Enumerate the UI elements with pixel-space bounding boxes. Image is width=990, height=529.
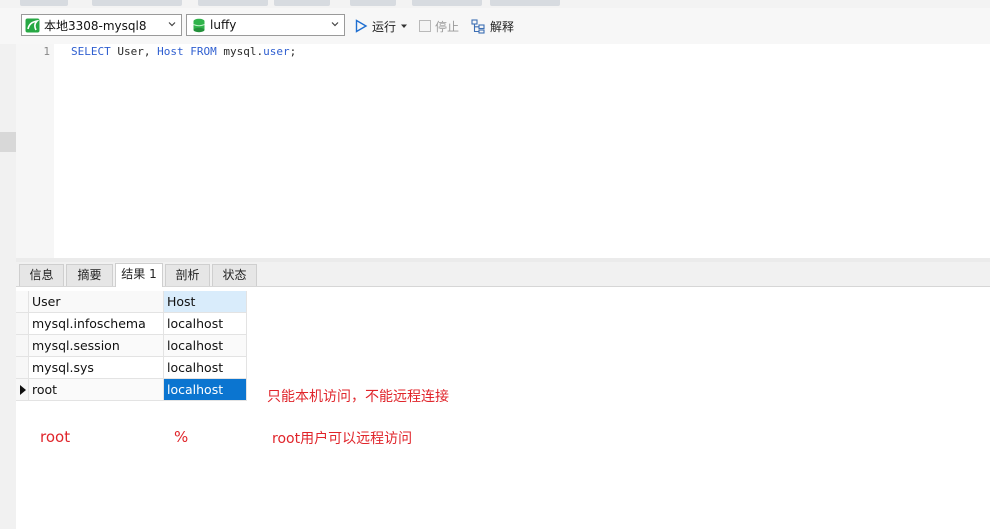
- annotation-remote-access: root用户可以远程访问: [272, 431, 413, 447]
- caret-down-icon[interactable]: [400, 22, 408, 30]
- run-label: 运行: [372, 19, 397, 34]
- table-cell[interactable]: localhost: [164, 335, 247, 357]
- row-indicator[interactable]: [16, 357, 29, 379]
- database-icon: [192, 18, 206, 33]
- table-cell[interactable]: mysql.sys: [29, 357, 164, 379]
- column-header-user[interactable]: User: [29, 291, 164, 313]
- stop-icon: [419, 20, 431, 32]
- table-cell[interactable]: mysql.infoschema: [29, 313, 164, 335]
- connection-toolbar: 本地3308-mysql8 luffy 运行 停止 解释: [0, 8, 990, 44]
- table-cell[interactable]: mysql.session: [29, 335, 164, 357]
- table-cell-selected[interactable]: localhost: [164, 379, 247, 401]
- table-cell[interactable]: localhost: [164, 313, 247, 335]
- explain-button[interactable]: 解释: [471, 16, 514, 36]
- database-select[interactable]: luffy: [186, 14, 345, 36]
- explain-icon: [471, 18, 485, 34]
- line-number-gutter: 1: [16, 44, 54, 258]
- table-cell[interactable]: localhost: [164, 357, 247, 379]
- left-panel-edge: [0, 44, 16, 529]
- row-indicator-current[interactable]: [16, 379, 29, 401]
- table-cell[interactable]: root: [29, 379, 164, 401]
- connection-select[interactable]: 本地3308-mysql8: [21, 14, 182, 36]
- sql-keyword-from: FROM: [183, 45, 217, 58]
- chevron-down-icon: [331, 22, 339, 27]
- tab-result-1[interactable]: 结果 1: [115, 263, 163, 287]
- current-row-pointer-icon: [20, 385, 26, 395]
- sql-line: SELECT User, Host FROM mysql.user;: [71, 45, 296, 58]
- database-name: luffy: [210, 18, 237, 32]
- stop-button[interactable]: 停止: [419, 16, 459, 36]
- annotation-percent: %: [174, 428, 189, 446]
- annotation-root: root: [40, 428, 71, 446]
- connection-name: 本地3308-mysql8: [44, 18, 147, 33]
- sql-keyword-select: SELECT: [71, 45, 111, 58]
- top-toolbar-cutoff: [0, 0, 990, 8]
- stop-label: 停止: [435, 19, 460, 34]
- annotation-local-only: 只能本机访问，不能远程连接: [267, 389, 449, 405]
- row-indicator[interactable]: [16, 313, 29, 335]
- explain-label: 解释: [490, 19, 515, 34]
- mysql-connection-icon: [25, 18, 40, 33]
- sql-keyword-host: Host: [157, 45, 184, 58]
- row-indicator[interactable]: [16, 335, 29, 357]
- tab-info[interactable]: 信息: [19, 264, 64, 286]
- column-header-host[interactable]: Host: [164, 291, 247, 313]
- run-button[interactable]: 运行: [354, 16, 408, 36]
- sql-text-mysql: mysql.: [216, 45, 264, 58]
- result-grid: User Host mysql.infoschema localhost mys…: [16, 287, 990, 529]
- sql-semicolon: ;: [289, 45, 297, 58]
- row-indicator-header: [16, 291, 29, 313]
- tab-status[interactable]: 状态: [212, 264, 257, 286]
- sql-text-user: User,: [110, 45, 158, 58]
- tab-summary[interactable]: 摘要: [66, 264, 113, 286]
- line-number: 1: [43, 45, 50, 58]
- play-icon: [355, 19, 368, 33]
- result-tabbar: 信息 摘要 结果 1 剖析 状态: [16, 262, 990, 287]
- tab-profile[interactable]: 剖析: [165, 264, 210, 286]
- panel-resize-handle[interactable]: [0, 132, 16, 152]
- chevron-down-icon: [168, 22, 176, 27]
- sql-keyword-user: user: [263, 45, 290, 58]
- sql-editor[interactable]: SELECT User, Host FROM mysql.user;: [54, 44, 990, 258]
